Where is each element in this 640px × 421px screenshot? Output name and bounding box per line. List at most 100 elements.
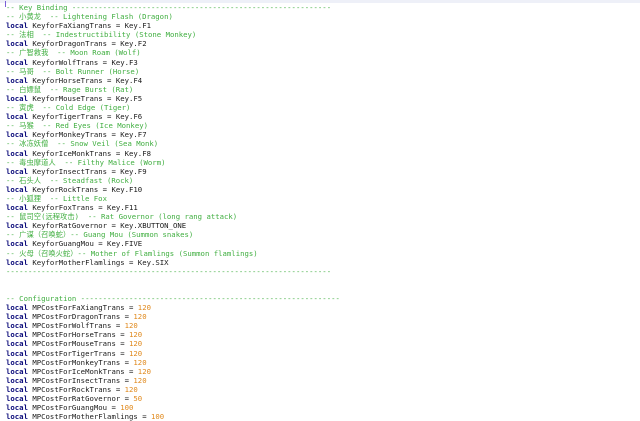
key-binding-header-line[interactable]: -- Key Binding -------------------------… <box>6 3 340 12</box>
mp-cost-variable: MPCostForIceMonkTrans = <box>27 366 138 376</box>
configuration-code-line[interactable]: local MPCostForTigerTrans = 120 <box>6 349 340 358</box>
code-editor[interactable]: -- Key Binding -------------------------… <box>0 0 640 421</box>
local-keyword: local <box>6 348 28 358</box>
key-binding-code-line[interactable]: local KeyforInsectTrans = Key.F9 <box>6 167 340 176</box>
configuration-code-line[interactable]: local MPCostForFaXiangTrans = 120 <box>6 303 340 312</box>
mp-cost-variable: MPCostForMouseTrans = <box>27 339 130 349</box>
key-binding-comment-line[interactable]: -- 马哥 -- Bolt Runner (Horse) <box>6 67 340 76</box>
key-binding-assignment: KeyforInsectTrans = Key.F9 <box>27 166 147 176</box>
local-keyword: local <box>6 148 28 158</box>
mp-cost-value: 120 <box>133 375 147 385</box>
key-binding-code-line[interactable]: local KeyforFaXiangTrans = Key.F1 <box>6 21 340 30</box>
configuration-code-line[interactable]: local MPCostForWolfTrans = 120 <box>6 321 340 330</box>
blank-line[interactable] <box>6 276 340 285</box>
key-binding-assignment: KeyforHorseTrans = Key.F4 <box>27 75 143 85</box>
configuration-code-line[interactable]: local MPCostForMonkeyTrans = 120 <box>6 358 340 367</box>
key-binding-comment-line[interactable]: -- 法相 -- Indestructibility (Stone Monkey… <box>6 30 340 39</box>
key-binding-comment: -- 小黄龙 -- Lightening Flash (Dragon) <box>6 12 173 22</box>
local-keyword: local <box>6 130 28 140</box>
mp-cost-value: 120 <box>129 348 143 358</box>
configuration-code-line[interactable]: local MPCostForIceMonkTrans = 120 <box>6 367 340 376</box>
local-keyword: local <box>6 93 28 103</box>
local-keyword: local <box>6 257 28 267</box>
configuration-code-line[interactable]: local MPCostForRatGovernor = 50 <box>6 394 340 403</box>
key-binding-footer-line[interactable]: ----------------------------------------… <box>6 267 340 276</box>
local-keyword: local <box>6 321 28 331</box>
key-binding-code-line[interactable]: local KeyforMotherFlamlings = Key.SIX <box>6 258 340 267</box>
key-binding-comment-line[interactable]: -- 鼠司空(远程攻击) -- Rat Governor (long rang … <box>6 212 340 221</box>
key-binding-code-line[interactable]: local KeyforRockTrans = Key.F10 <box>6 185 340 194</box>
local-keyword: local <box>6 384 28 394</box>
local-keyword: local <box>6 39 28 49</box>
key-binding-code-line[interactable]: local KeyforDragonTrans = Key.F2 <box>6 39 340 48</box>
key-binding-code-line[interactable]: local KeyforTigerTrans = Key.F6 <box>6 112 340 121</box>
local-keyword: local <box>6 221 28 231</box>
mp-cost-value: 120 <box>133 357 147 367</box>
key-binding-code-line[interactable]: local KeyforFoxTrans = Key.F11 <box>6 203 340 212</box>
key-binding-code-line[interactable]: local KeyforGuangMou = Key.FIVE <box>6 239 340 248</box>
local-keyword: local <box>6 330 28 340</box>
key-binding-comment: -- 石头人 -- Steadfast (Rock) <box>6 175 134 185</box>
mp-cost-variable: MPCostForRockTrans = <box>27 384 125 394</box>
key-binding-comment: -- 火母（召唤火蛇）-- Mother of Flamlings (Summo… <box>6 248 258 258</box>
key-binding-comment-line[interactable]: -- 广智救我 -- Moon Roam (Wolf) <box>6 48 340 57</box>
key-binding-comment: -- 法相 -- Indestructibility (Stone Monkey… <box>6 30 197 40</box>
key-binding-comment: -- 广谋（召唤蛇）-- Guang Mou (Summon snakes) <box>6 230 194 240</box>
local-keyword: local <box>6 112 28 122</box>
mp-cost-value: 120 <box>137 366 151 376</box>
configuration-code-line[interactable]: local MPCostForInsectTrans = 120 <box>6 376 340 385</box>
key-binding-comment-line[interactable]: -- 火母（召唤火蛇）-- Mother of Flamlings (Summo… <box>6 249 340 258</box>
mp-cost-value: 100 <box>150 412 165 421</box>
key-binding-comment-line[interactable]: -- 小黄龙 -- Lightening Flash (Dragon) <box>6 12 340 21</box>
key-binding-assignment: KeyforRockTrans = Key.F10 <box>27 184 143 194</box>
mp-cost-value: 100 <box>120 403 134 413</box>
configuration-code-line[interactable]: local MPCostForRockTrans = 120 <box>6 385 340 394</box>
key-binding-assignment: KeyforFoxTrans = Key.F11 <box>27 203 138 213</box>
configuration-code-line[interactable]: local MPCostForDragonTrans = 120 <box>6 312 340 321</box>
local-keyword: local <box>6 403 28 413</box>
section-header-comment: -- Configuration -----------------------… <box>6 294 340 303</box>
configuration-code-line[interactable]: local MPCostForHorseTrans = 120 <box>6 330 340 339</box>
code-area[interactable]: -- Key Binding -------------------------… <box>6 3 340 421</box>
key-binding-code-line[interactable]: local KeyforWolfTrans = Key.F3 <box>6 58 340 67</box>
key-binding-code-line[interactable]: local KeyforRatGovernor = Key.XBUTTON_ON… <box>6 221 340 230</box>
mp-cost-variable: MPCostForGuangMou = <box>27 403 121 413</box>
key-binding-comment-line[interactable]: -- 寅虎 -- Cold Edge (Tiger) <box>6 103 340 112</box>
blank-line[interactable] <box>6 285 340 294</box>
mp-cost-value: 120 <box>124 321 138 331</box>
key-binding-comment-line[interactable]: -- 石头人 -- Steadfast (Rock) <box>6 176 340 185</box>
local-keyword: local <box>6 366 28 376</box>
key-binding-assignment: KeyforWolfTrans = Key.F3 <box>27 57 138 67</box>
key-binding-comment-line[interactable]: -- 小狐狸 -- Little Fox <box>6 194 340 203</box>
configuration-code-line[interactable]: local MPCostForMouseTrans = 120 <box>6 339 340 348</box>
configuration-code-line[interactable]: local MPCostForMotherFlamlings = 100 <box>6 412 340 421</box>
local-keyword: local <box>6 57 28 67</box>
mp-cost-variable: MPCostForFaXiangTrans = <box>27 303 138 313</box>
key-binding-comment-line[interactable]: -- 广谋（召唤蛇）-- Guang Mou (Summon snakes) <box>6 230 340 239</box>
key-binding-assignment: KeyforMonkeyTrans = Key.F7 <box>27 130 147 140</box>
mp-cost-value: 50 <box>133 394 143 404</box>
mp-cost-value: 120 <box>129 339 143 349</box>
configuration-header-line[interactable]: -- Configuration -----------------------… <box>6 294 340 303</box>
key-binding-code-line[interactable]: local KeyforIceMonkTrans = Key.F8 <box>6 149 340 158</box>
key-binding-comment-line[interactable]: -- 冰冻妖僧 -- Snow Veil (Sea Monk) <box>6 139 340 148</box>
section-divider-comment: ----------------------------------------… <box>6 266 332 276</box>
key-binding-comment-line[interactable]: -- 白嫖鼠 -- Rage Burst (Rat) <box>6 85 340 94</box>
local-keyword: local <box>6 339 28 349</box>
key-binding-comment: -- 寅虎 -- Cold Edge (Tiger) <box>6 103 131 113</box>
key-binding-assignment: KeyforIceMonkTrans = Key.F8 <box>27 148 151 158</box>
local-keyword: local <box>6 375 28 385</box>
configuration-code-line[interactable]: local MPCostForGuangMou = 100 <box>6 403 340 412</box>
mp-cost-value: 120 <box>129 330 143 340</box>
local-keyword: local <box>6 203 28 213</box>
mp-cost-value: 120 <box>133 312 147 322</box>
key-binding-code-line[interactable]: local KeyforMouseTrans = Key.F5 <box>6 94 340 103</box>
key-binding-comment-line[interactable]: -- 毒虫摩道人 -- Filthy Malice (Worm) <box>6 158 340 167</box>
key-binding-comment: -- 马猴 -- Red Eyes (Ice Monkey) <box>6 121 148 131</box>
key-binding-comment-line[interactable]: -- 马猴 -- Red Eyes (Ice Monkey) <box>6 121 340 130</box>
mp-cost-value: 120 <box>124 384 138 394</box>
local-keyword: local <box>6 312 28 322</box>
key-binding-code-line[interactable]: local KeyforMonkeyTrans = Key.F7 <box>6 130 340 139</box>
key-binding-code-line[interactable]: local KeyforHorseTrans = Key.F4 <box>6 76 340 85</box>
mp-cost-value: 120 <box>137 303 151 313</box>
